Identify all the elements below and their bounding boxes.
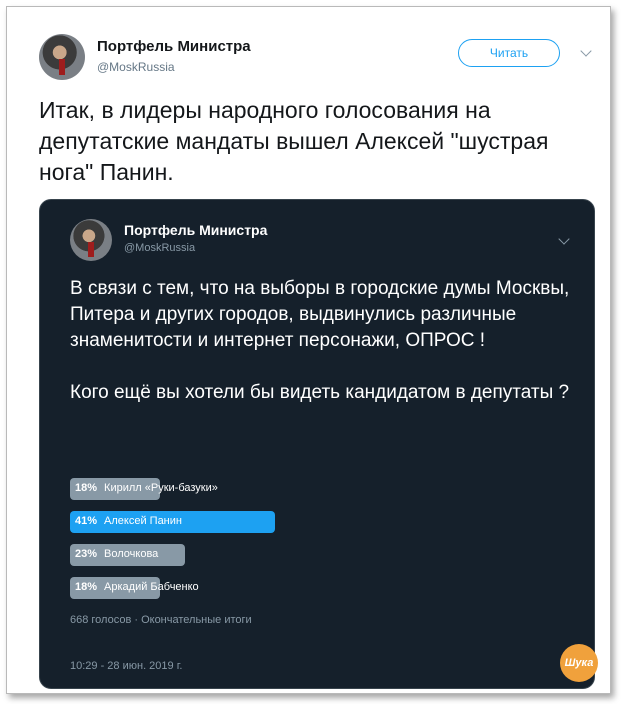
- avatar-detail: [59, 59, 65, 76]
- poll-option: 41% Алексей Панин: [70, 511, 570, 533]
- poll: 18% Кирилл «Руки-базуки» 41% Алексей Панин…: [70, 478, 570, 610]
- quoted-author-name[interactable]: Портфель Министра: [124, 222, 267, 238]
- author-avatar[interactable]: [39, 34, 85, 80]
- poll-percent: 18%: [75, 581, 98, 593]
- chevron-down-icon[interactable]: [580, 45, 592, 57]
- poll-percent: 23%: [75, 548, 98, 560]
- quoted-tweet-text: В связи с тем, что на выборы в городские…: [70, 278, 570, 403]
- poll-percent: 18%: [75, 482, 98, 494]
- tweet-text: Итак, в лидеры народного голосования на …: [39, 97, 549, 185]
- quoted-tweet-card[interactable]: Портфель Министра @MoskRussia В связи с …: [39, 199, 595, 689]
- poll-results-meta: 668 голосов · Окончательные итоги: [70, 614, 252, 626]
- quoted-author-avatar[interactable]: [70, 219, 112, 261]
- author-name[interactable]: Портфель Министра: [97, 38, 251, 55]
- follow-button[interactable]: Читать: [458, 39, 560, 67]
- poll-option: 18% Аркадий Бабченко: [70, 577, 570, 599]
- poll-option-label: Кирилл «Руки-базуки»: [104, 482, 218, 494]
- poll-option-label: Волочкова: [104, 548, 159, 560]
- chevron-down-icon[interactable]: [558, 233, 570, 245]
- tweet-timestamp[interactable]: 10:29 - 28 июн. 2019 г.: [70, 660, 182, 672]
- poll-percent: 41%: [75, 515, 98, 527]
- poll-option: 23% Волочкова: [70, 544, 570, 566]
- poll-option: 18% Кирилл «Руки-базуки»: [70, 478, 570, 500]
- quoted-author-handle[interactable]: @MoskRussia: [124, 242, 195, 254]
- poll-option-label: Алексей Панин: [104, 515, 182, 527]
- watermark-logo: Шука: [560, 644, 598, 682]
- avatar-detail: [88, 242, 94, 257]
- tweet-frame: Портфель Министра @MoskRussia Читать Ита…: [6, 6, 611, 694]
- poll-option-label: Аркадий Бабченко: [104, 581, 199, 593]
- author-handle[interactable]: @MoskRussia: [97, 60, 175, 74]
